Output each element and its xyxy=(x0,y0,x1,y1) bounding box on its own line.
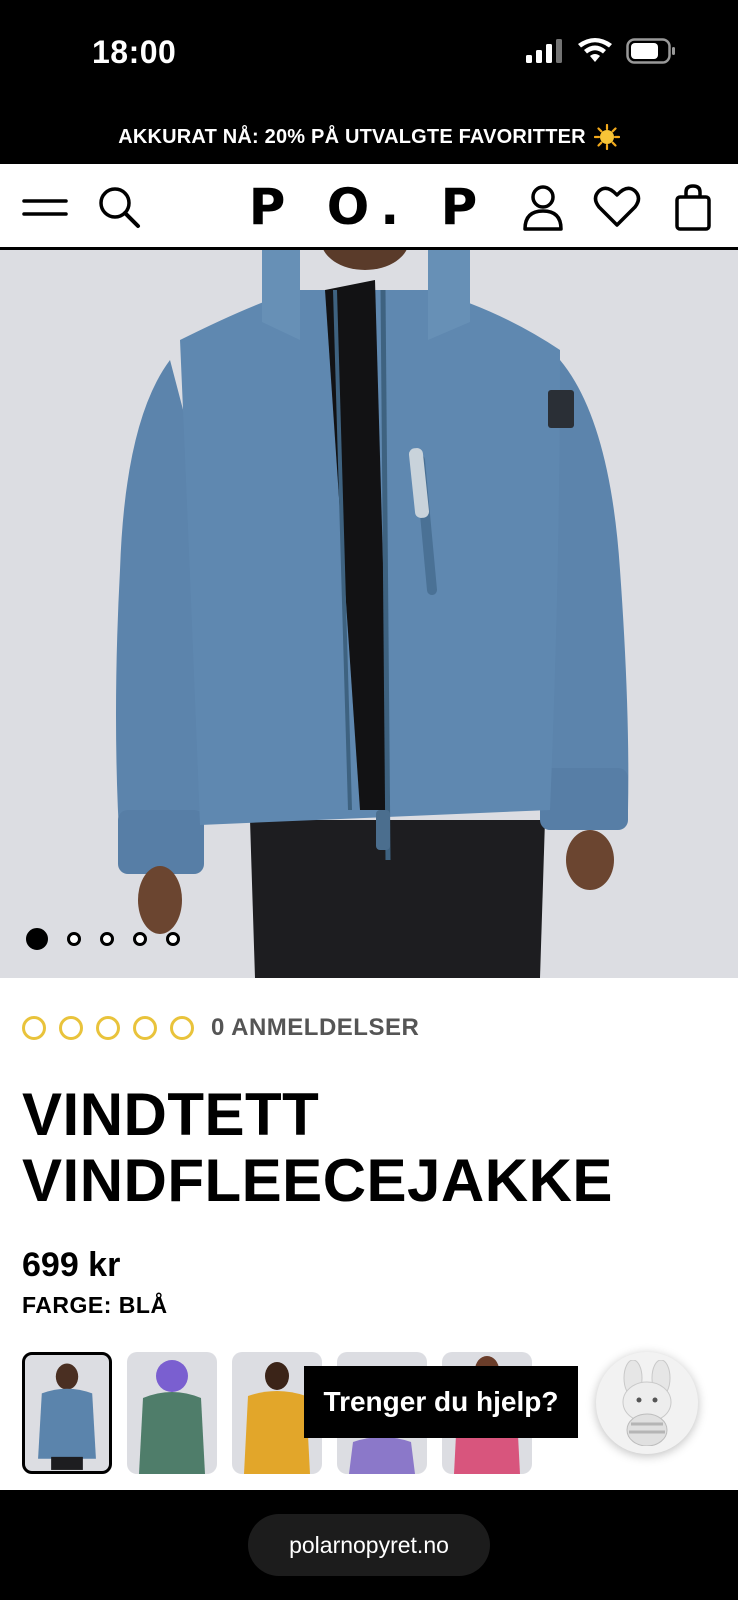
product-image-gallery[interactable] xyxy=(0,250,738,978)
rating-star-icon xyxy=(59,1016,83,1040)
wifi-icon xyxy=(578,38,612,62)
gallery-dot[interactable] xyxy=(67,932,81,946)
chat-mascot-icon[interactable] xyxy=(596,1352,698,1454)
color-swatch-green[interactable] xyxy=(127,1352,217,1474)
rating-star-icon xyxy=(170,1016,194,1040)
status-time: 18:00 xyxy=(92,34,177,70)
product-photo xyxy=(116,250,629,978)
promo-text: AKKURAT NÅ: 20% PÅ UTVALGTE FAVORITTER xyxy=(118,125,586,148)
cellular-signal-icon xyxy=(526,39,562,63)
gallery-dot[interactable] xyxy=(100,932,114,946)
sun-icon xyxy=(593,124,620,150)
rating-star-icon xyxy=(22,1016,46,1040)
status-icons xyxy=(526,38,676,64)
selected-color-label: FARGE: BLÅ xyxy=(22,1292,168,1318)
gallery-dot[interactable] xyxy=(166,932,180,946)
rating-star-icon xyxy=(133,1016,157,1040)
promo-banner[interactable]: AKKURAT NÅ: 20% PÅ UTVALGTE FAVORITTER xyxy=(0,110,738,164)
bag-icon[interactable] xyxy=(668,182,718,232)
reviews-count[interactable]: 0 ANMELDELSER xyxy=(211,1014,419,1042)
gallery-dot[interactable] xyxy=(133,932,147,946)
account-icon[interactable] xyxy=(518,182,568,232)
rating-star-icon xyxy=(96,1016,120,1040)
site-header: P O. P xyxy=(0,164,738,250)
product-title: VINDTETT VINDFLEECEJAKKE xyxy=(22,1082,613,1214)
browser-url-field[interactable]: polarnopyret.no xyxy=(248,1514,490,1576)
product-price: 699 kr xyxy=(22,1246,121,1284)
product-title-line: VINDTETT xyxy=(22,1081,320,1148)
heart-icon[interactable] xyxy=(592,182,642,232)
gallery-dot[interactable] xyxy=(26,928,48,950)
gallery-pagination xyxy=(26,928,180,950)
color-swatch-blue[interactable] xyxy=(22,1352,112,1474)
battery-icon xyxy=(626,38,675,64)
product-rating[interactable]: 0 ANMELDELSER xyxy=(22,1014,419,1042)
product-details: 0 ANMELDELSER VINDTETT VINDFLEECEJAKKE 6… xyxy=(0,978,738,1490)
product-title-line: VINDFLEECEJAKKE xyxy=(22,1147,613,1214)
browser-bottom-bar: polarnopyret.no xyxy=(0,1490,738,1600)
status-bar: 18:00 xyxy=(0,0,738,110)
help-chat-button[interactable]: Trenger du hjelp? xyxy=(304,1366,578,1438)
